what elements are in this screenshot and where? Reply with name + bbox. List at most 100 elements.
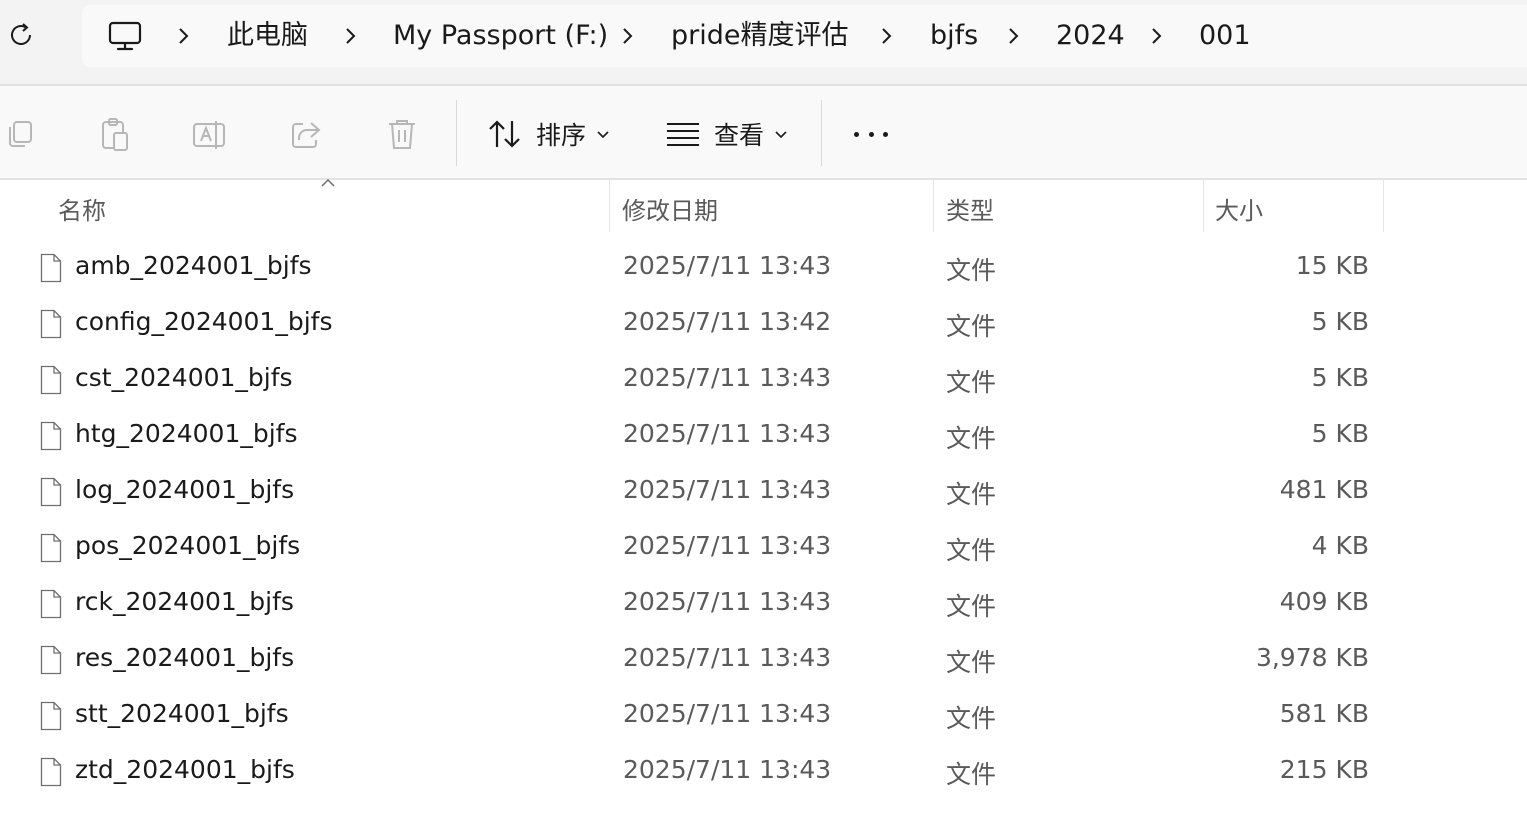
file-icon — [40, 701, 62, 731]
rename-icon — [193, 121, 225, 149]
share-button[interactable] — [286, 114, 326, 154]
file-type: 文件 — [946, 368, 997, 397]
breadcrumb-this-pc[interactable]: 此电脑 — [227, 19, 308, 53]
toolbar-separator — [821, 100, 822, 166]
chevron-down-icon — [597, 131, 609, 139]
file-size: 5 KB — [1311, 307, 1369, 336]
refresh-icon — [11, 23, 31, 45]
file-name: pos_2024001_bjfs — [75, 531, 301, 560]
chevron-right-icon[interactable] — [343, 25, 359, 47]
file-name: htg_2024001_bjfs — [75, 419, 298, 448]
file-size: 5 KB — [1311, 419, 1369, 448]
file-date: 2025/7/11 13:42 — [623, 307, 832, 336]
column-divider[interactable] — [1203, 180, 1204, 232]
file-type: 文件 — [946, 648, 997, 677]
chevron-right-icon[interactable] — [879, 25, 895, 47]
file-row[interactable]: config_2024001_bjfs 2025/7/11 13:42 文件 5… — [0, 296, 1527, 352]
file-name: cst_2024001_bjfs — [75, 363, 293, 392]
monitor-icon[interactable] — [107, 18, 143, 54]
file-row[interactable]: htg_2024001_bjfs 2025/7/11 13:43 文件 5 KB — [0, 408, 1527, 464]
file-size: 409 KB — [1279, 587, 1369, 616]
file-size: 581 KB — [1279, 699, 1369, 728]
file-type: 文件 — [946, 256, 997, 285]
chevron-right-icon[interactable] — [176, 25, 192, 47]
file-row[interactable]: log_2024001_bjfs 2025/7/11 13:43 文件 481 … — [0, 464, 1527, 520]
breadcrumb-folder-2024[interactable]: 2024 — [1056, 19, 1125, 53]
toolbar-separator — [456, 100, 457, 166]
copy-icon — [9, 121, 32, 147]
chevron-down-icon — [775, 131, 787, 139]
rename-button[interactable] — [190, 114, 230, 154]
file-icon — [40, 421, 62, 451]
delete-icon — [389, 120, 415, 149]
sort-button[interactable]: 排序 — [486, 108, 610, 160]
file-row[interactable]: res_2024001_bjfs 2025/7/11 13:43 文件 3,97… — [0, 632, 1527, 688]
file-row[interactable]: amb_2024001_bjfs 2025/7/11 13:43 文件 15 K… — [0, 240, 1527, 296]
file-date: 2025/7/11 13:43 — [623, 475, 832, 504]
file-row[interactable]: stt_2024001_bjfs 2025/7/11 13:43 文件 581 … — [0, 688, 1527, 744]
column-headers: 名称 修改日期 类型 大小 — [0, 178, 1527, 232]
chevron-right-icon[interactable] — [1006, 25, 1022, 47]
file-name: amb_2024001_bjfs — [75, 251, 312, 280]
file-date: 2025/7/11 13:43 — [623, 755, 832, 784]
file-name: log_2024001_bjfs — [75, 475, 295, 504]
column-header-name[interactable]: 名称 — [58, 191, 106, 226]
more-icon — [854, 131, 859, 137]
view-button[interactable]: 查看 — [664, 108, 788, 160]
copy-button[interactable] — [0, 114, 40, 154]
breadcrumb-drive[interactable]: My Passport (F:) — [393, 19, 608, 53]
file-date: 2025/7/11 13:43 — [623, 587, 832, 616]
paste-button[interactable] — [95, 114, 135, 154]
paste-icon — [102, 118, 128, 151]
file-icon — [40, 365, 62, 395]
file-list: amb_2024001_bjfs 2025/7/11 13:43 文件 15 K… — [0, 240, 1527, 800]
file-type: 文件 — [946, 592, 997, 621]
file-row[interactable]: cst_2024001_bjfs 2025/7/11 13:43 文件 5 KB — [0, 352, 1527, 408]
file-icon — [40, 645, 62, 675]
file-icon — [40, 253, 62, 283]
file-name: config_2024001_bjfs — [75, 307, 333, 336]
file-date: 2025/7/11 13:43 — [623, 531, 832, 560]
more-icon — [868, 131, 874, 137]
more-icon — [883, 131, 888, 137]
column-divider[interactable] — [609, 180, 610, 232]
file-type: 文件 — [946, 536, 997, 565]
address-bar[interactable]: 此电脑 My Passport (F:) pride精度评估 bjfs 2024… — [82, 5, 1527, 67]
breadcrumb-folder-bjfs[interactable]: bjfs — [930, 19, 978, 53]
file-date: 2025/7/11 13:43 — [623, 419, 832, 448]
file-icon — [40, 309, 62, 339]
file-size: 4 KB — [1311, 531, 1369, 560]
file-date: 2025/7/11 13:43 — [623, 699, 832, 728]
file-type: 文件 — [946, 312, 997, 341]
chevron-right-icon[interactable] — [1149, 25, 1165, 47]
sort-ascending-icon — [321, 178, 335, 187]
file-row[interactable]: rck_2024001_bjfs 2025/7/11 13:43 文件 409 … — [0, 576, 1527, 632]
file-type: 文件 — [946, 480, 997, 509]
view-label: 查看 — [714, 121, 765, 150]
sort-icon — [489, 120, 520, 148]
file-size: 481 KB — [1279, 475, 1369, 504]
share-icon — [292, 122, 321, 148]
file-row[interactable]: ztd_2024001_bjfs 2025/7/11 13:43 文件 215 … — [0, 744, 1527, 800]
column-divider[interactable] — [1383, 180, 1384, 232]
file-type: 文件 — [946, 704, 997, 733]
file-type: 文件 — [946, 424, 997, 453]
chevron-right-icon[interactable] — [620, 25, 636, 47]
file-date: 2025/7/11 13:43 — [623, 363, 832, 392]
column-divider[interactable] — [933, 180, 934, 232]
refresh-button[interactable] — [4, 18, 38, 52]
column-header-type[interactable]: 类型 — [946, 191, 994, 226]
file-date: 2025/7/11 13:43 — [623, 251, 832, 280]
column-header-size[interactable]: 大小 — [1215, 191, 1263, 226]
file-size: 3,978 KB — [1255, 643, 1369, 672]
file-icon — [40, 589, 62, 619]
file-row[interactable]: pos_2024001_bjfs 2025/7/11 13:43 文件 4 KB — [0, 520, 1527, 576]
breadcrumb-folder-001[interactable]: 001 — [1199, 19, 1251, 53]
breadcrumb-folder-pride[interactable]: pride精度评估 — [671, 19, 849, 53]
more-options-button[interactable] — [850, 116, 892, 152]
file-date: 2025/7/11 13:43 — [623, 643, 832, 672]
file-icon — [40, 757, 62, 787]
file-icon — [40, 533, 62, 563]
column-header-date[interactable]: 修改日期 — [622, 191, 718, 226]
delete-button[interactable] — [382, 114, 422, 154]
